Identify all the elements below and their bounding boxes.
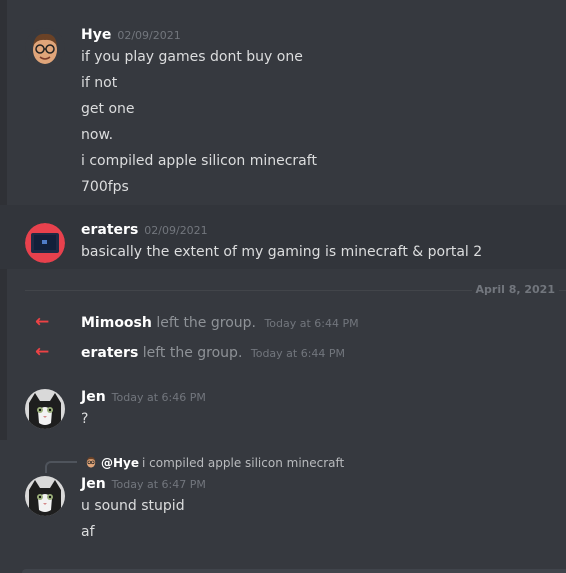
message-line: basically the extent of my gaming is min…: [81, 244, 483, 260]
reply-mention[interactable]: @Hye: [101, 456, 139, 470]
message-timestamp: 02/09/2021: [117, 29, 181, 42]
cat-avatar[interactable]: [25, 389, 65, 429]
message-timestamp: Today at 6:47 PM: [111, 478, 206, 491]
reply-reference[interactable]: @Hye i compiled apple silicon minecraft: [84, 455, 344, 470]
username[interactable]: Hye: [81, 27, 111, 43]
laptop-avatar[interactable]: [25, 223, 65, 263]
username[interactable]: Jen: [81, 389, 106, 405]
system-text: left the group.: [142, 345, 243, 361]
username[interactable]: Jen: [81, 476, 106, 492]
reply-quoted-text[interactable]: i compiled apple silicon minecraft: [142, 456, 344, 470]
cat-avatar[interactable]: [25, 476, 65, 516]
message-timestamp: 02/09/2021: [144, 224, 208, 237]
message-header: Jen Today at 6:47 PM: [81, 476, 206, 492]
memoji-avatar: [84, 455, 98, 469]
leave-arrow-icon: ←: [35, 342, 50, 362]
system-username[interactable]: eraters: [81, 345, 138, 361]
leave-arrow-icon: ←: [35, 312, 50, 332]
memoji-avatar[interactable]: [25, 28, 65, 68]
system-message-leave: Mimoosh left the group. Today at 6:44 PM: [81, 315, 359, 331]
message-header: Hye 02/09/2021: [81, 27, 181, 43]
message-timestamp: Today at 6:46 PM: [111, 391, 206, 404]
message-line: now.: [81, 127, 114, 143]
message-line: i compiled apple silicon minecraft: [81, 153, 317, 169]
system-timestamp: Today at 6:44 PM: [264, 317, 359, 330]
message-header: eraters 02/09/2021: [81, 222, 208, 238]
message-line: af: [81, 524, 95, 540]
message-line: 700fps: [81, 179, 129, 195]
message-line: get one: [81, 101, 135, 117]
system-message-leave: eraters left the group. Today at 6:44 PM: [81, 345, 345, 361]
username[interactable]: eraters: [81, 222, 138, 238]
system-text: left the group.: [156, 315, 256, 331]
system-timestamp: Today at 6:44 PM: [250, 347, 346, 360]
message-line: if not: [81, 75, 118, 91]
message-header: Jen Today at 6:46 PM: [81, 389, 206, 405]
date-divider-label: April 8, 2021: [471, 283, 559, 296]
message-input-top-edge[interactable]: [22, 569, 566, 573]
system-username[interactable]: Mimoosh: [81, 315, 152, 331]
message-line: ?: [81, 411, 89, 427]
reply-spine: [45, 461, 77, 473]
message-line: if you play games dont buy one: [81, 49, 303, 65]
message-line: u sound stupid: [81, 498, 185, 514]
